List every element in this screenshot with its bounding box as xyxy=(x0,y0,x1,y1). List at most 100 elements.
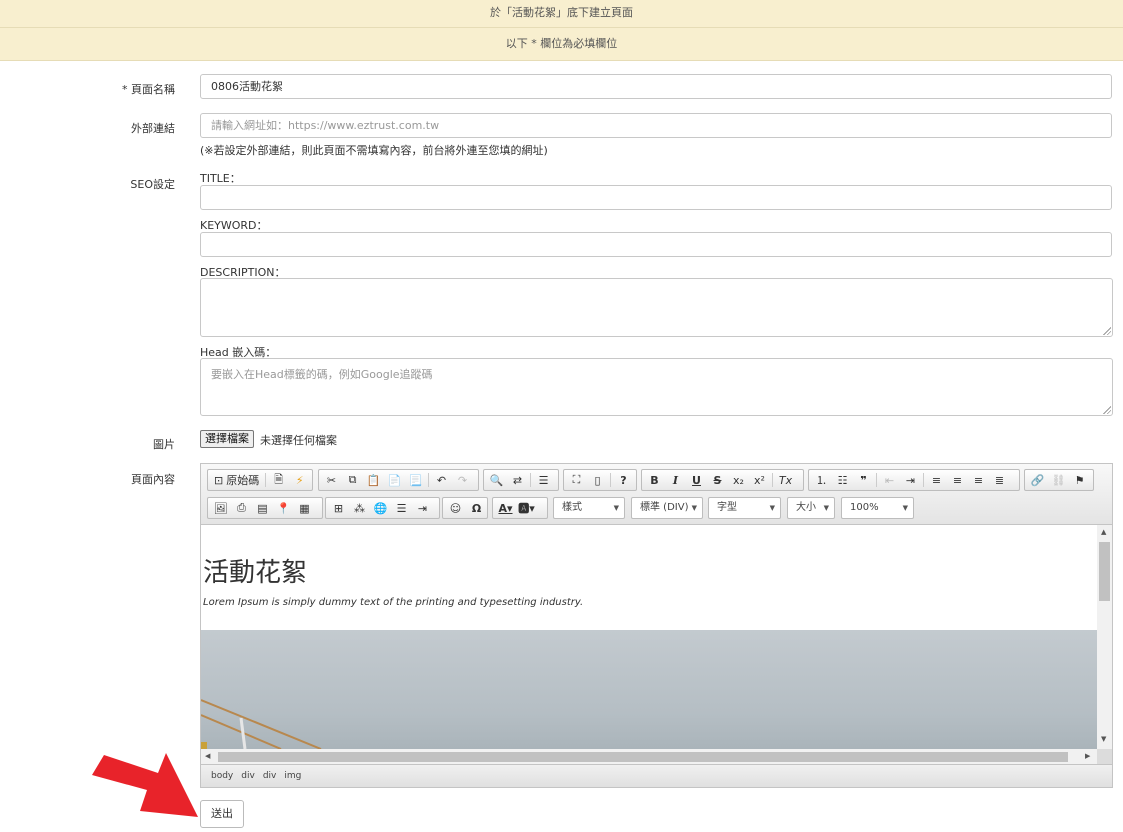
path-crumb[interactable]: div xyxy=(263,771,277,781)
indent-icon[interactable]: ⇥ xyxy=(900,471,921,489)
external-link-input[interactable]: 請輸入網址如：https://www.eztrust.com.tw xyxy=(200,113,1112,138)
help-icon[interactable]: ? xyxy=(613,471,634,489)
content-image[interactable] xyxy=(201,630,1097,749)
paste-word-icon[interactable]: 📃 xyxy=(405,471,426,489)
resize-grip-icon[interactable] xyxy=(1103,327,1111,335)
seo-description-textarea[interactable] xyxy=(200,278,1113,337)
chevron-down-icon: ▼ xyxy=(691,504,697,512)
toolbar-group-paragraph: ⒈ ☷ ❞ ⇤ ⇥ ≡ ≡ ≡ ≣ xyxy=(808,469,1020,491)
source-label: 原始碼 xyxy=(226,474,260,487)
toolbar-group-insert: 🖼 ⎙ ▤ 📍 ▦ xyxy=(207,497,323,519)
video-icon[interactable]: ▤ xyxy=(252,499,273,517)
underline-icon[interactable]: U xyxy=(686,471,707,489)
strike-icon[interactable]: S xyxy=(707,471,728,489)
align-center-icon[interactable]: ≡ xyxy=(947,471,968,489)
toolbar-group-symbols: ☺ Ω xyxy=(442,497,488,519)
find-icon[interactable]: 🔍 xyxy=(486,471,507,489)
format-select[interactable]: 標準 (DIV) ▼ xyxy=(631,497,703,519)
required-notice-banner: 以下 * 欄位為必填欄位 xyxy=(0,28,1123,61)
quick-action-icon[interactable]: ⚡ xyxy=(289,471,310,489)
horizontal-scroll-thumb[interactable] xyxy=(218,752,1068,762)
bulleted-list-icon[interactable]: ☷ xyxy=(832,471,853,489)
external-link-note: (※若設定外部連結，則此頁面不需填寫內容，前台將外連至您填的網址) xyxy=(200,144,548,157)
unlink-icon[interactable]: ⛓ xyxy=(1048,471,1069,489)
path-crumb[interactable]: body xyxy=(211,771,233,781)
seo-title-input[interactable] xyxy=(200,185,1112,210)
size-select[interactable]: 大小 ▼ xyxy=(787,497,835,519)
link-icon[interactable]: 🔗 xyxy=(1027,471,1048,489)
spellcheck-icon[interactable]: ☰ xyxy=(533,471,554,489)
replace-icon[interactable]: ⇄ xyxy=(507,471,528,489)
align-right-icon[interactable]: ≡ xyxy=(968,471,989,489)
submit-button[interactable]: 送出 xyxy=(200,800,244,828)
image-edit-icon[interactable]: ⎙ xyxy=(231,499,252,517)
anchor-flag-icon[interactable]: ⚑ xyxy=(1069,471,1090,489)
copy-icon[interactable]: ⧉ xyxy=(342,471,363,489)
scroll-down-icon[interactable]: ▼ xyxy=(1101,735,1106,743)
align-justify-icon[interactable]: ≣ xyxy=(989,471,1010,489)
choose-file-button[interactable]: 選擇檔案 xyxy=(200,430,254,448)
editor-horizontal-scrollbar[interactable]: ◀ ▶ xyxy=(201,749,1097,764)
map-pin-icon[interactable]: 📍 xyxy=(273,499,294,517)
maximize-icon[interactable]: ⛶ xyxy=(566,471,587,489)
head-code-textarea[interactable]: 要嵌入在Head標籤的碼，例如Google追蹤碼 xyxy=(200,358,1113,416)
vertical-scroll-thumb[interactable] xyxy=(1099,542,1110,601)
toolbar-group-clipboard: ✂ ⧉ 📋 📄 📃 ↶ ↷ xyxy=(318,469,479,491)
scroll-right-icon[interactable]: ▶ xyxy=(1085,752,1090,760)
cut-icon[interactable]: ✂ xyxy=(321,471,342,489)
scroll-up-icon[interactable]: ▲ xyxy=(1101,528,1106,536)
external-link-label: 外部連結 xyxy=(131,122,175,135)
background-color-icon[interactable]: 🅰▾ xyxy=(516,499,537,517)
chevron-down-icon: ▼ xyxy=(613,504,619,512)
subscript-icon[interactable]: x₂ xyxy=(728,471,749,489)
bold-icon[interactable]: B xyxy=(644,471,665,489)
numbered-list-icon[interactable]: ⒈ xyxy=(811,471,832,489)
red-arrow-icon xyxy=(92,753,198,817)
align-left-icon[interactable]: ≡ xyxy=(926,471,947,489)
separator xyxy=(772,473,773,487)
superscript-icon[interactable]: x² xyxy=(749,471,770,489)
image-icon[interactable]: 🖼 xyxy=(210,499,231,517)
special-char-icon[interactable]: Ω xyxy=(466,499,487,517)
text-color-icon[interactable]: A▾ xyxy=(495,499,516,517)
iframe-icon[interactable]: ⁂ xyxy=(349,499,370,517)
source-button[interactable]: ⊡ 原始碼 xyxy=(210,471,263,489)
editor-vertical-scrollbar[interactable]: ▲ ▼ xyxy=(1097,525,1112,749)
editor-content-area[interactable]: 活動花絮 Lorem Ipsum is simply dummy text of… xyxy=(201,525,1097,749)
font-select[interactable]: 字型 ▼ xyxy=(708,497,781,519)
redo-icon[interactable]: ↷ xyxy=(452,471,473,489)
globe-icon[interactable]: 🌐 xyxy=(370,499,391,517)
table-icon[interactable]: ⊞ xyxy=(328,499,349,517)
toolbar-group-tools: ⛶ ▯ ? xyxy=(563,469,637,491)
source-icon: ⊡ xyxy=(214,473,224,487)
toolbar-group-document: ⊡ 原始碼 🗎 ⚡ xyxy=(207,469,313,491)
scroll-left-icon[interactable]: ◀ xyxy=(205,752,210,760)
templates-icon[interactable]: 🗎 xyxy=(268,471,289,489)
remove-format-icon[interactable]: Tx xyxy=(775,471,796,489)
outdent-icon[interactable]: ⇤ xyxy=(879,471,900,489)
create-notice-banner: 於「活動花絮」底下建立頁面 xyxy=(0,0,1123,28)
smiley-icon[interactable]: ☺ xyxy=(445,499,466,517)
qrcode-icon[interactable]: ▦ xyxy=(294,499,315,517)
font-select-label: 字型 xyxy=(717,502,737,513)
undo-icon[interactable]: ↶ xyxy=(431,471,452,489)
italic-icon[interactable]: I xyxy=(665,471,686,489)
required-notice-text: 以下 * 欄位為必填欄位 xyxy=(505,37,618,50)
seo-keyword-input[interactable] xyxy=(200,232,1112,257)
resize-grip-icon[interactable] xyxy=(1103,406,1111,414)
separator xyxy=(428,473,429,487)
show-blocks-icon[interactable]: ▯ xyxy=(587,471,608,489)
path-crumb[interactable]: img xyxy=(284,771,301,781)
horizontal-rule-icon[interactable]: ☰ xyxy=(391,499,412,517)
style-select[interactable]: 樣式 ▼ xyxy=(553,497,625,519)
path-crumb[interactable]: div xyxy=(241,771,255,781)
paste-text-icon[interactable]: 📄 xyxy=(384,471,405,489)
page-name-label: * 頁面名稱 xyxy=(122,83,175,96)
page-name-input[interactable]: 0806活動花絮 xyxy=(200,74,1112,99)
content-paragraph: Lorem Ipsum is simply dummy text of the … xyxy=(203,597,584,608)
paste-icon[interactable]: 📋 xyxy=(363,471,384,489)
page-break-icon[interactable]: ⇥ xyxy=(412,499,433,517)
zoom-select[interactable]: 100% ▼ xyxy=(841,497,914,519)
blockquote-icon[interactable]: ❞ xyxy=(853,471,874,489)
toolbar-group-basicstyles: B I U S x₂ x² Tx xyxy=(641,469,804,491)
